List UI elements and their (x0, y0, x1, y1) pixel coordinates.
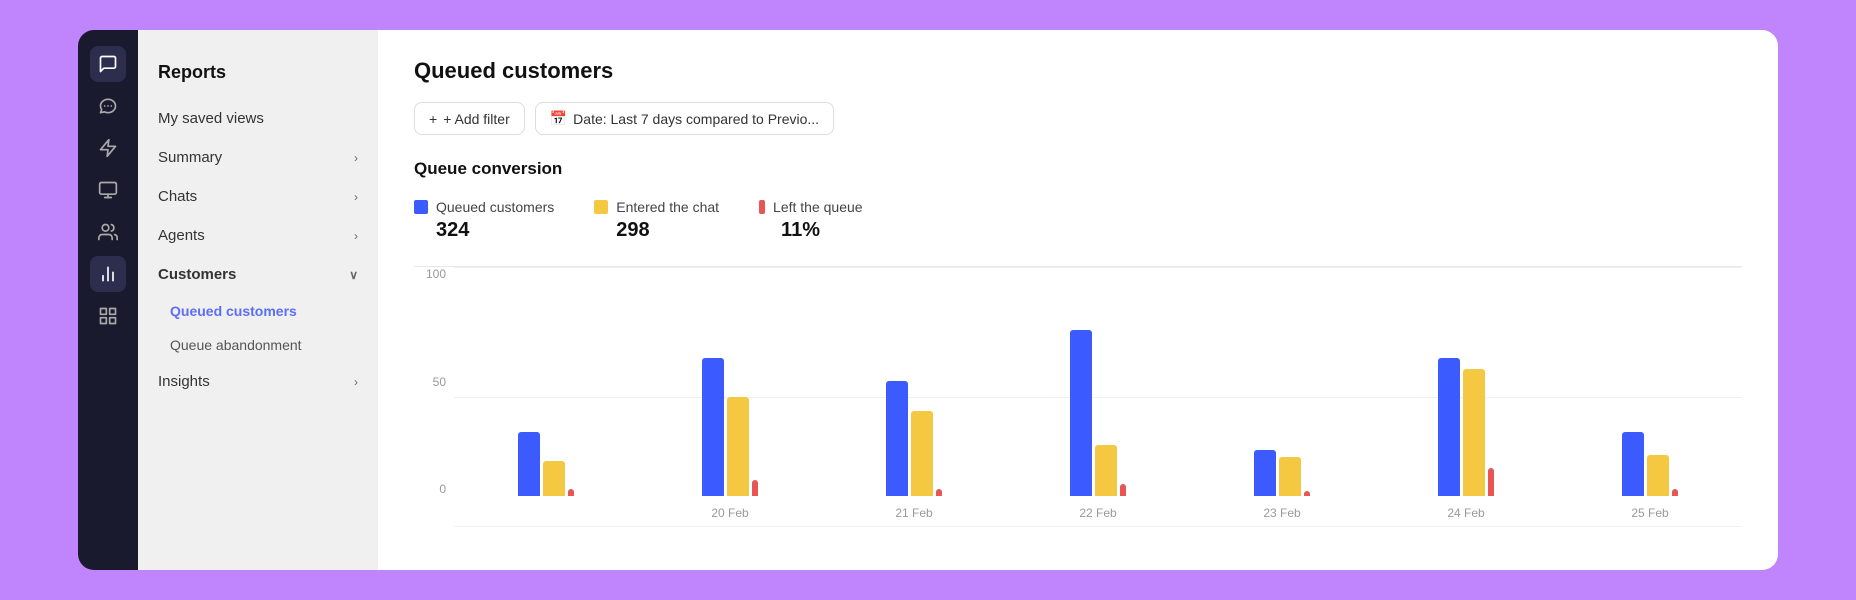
chat-icon[interactable] (90, 88, 126, 124)
app-shell: Reports My saved views Summary › Chats ›… (78, 30, 1778, 570)
reports-section-title: Reports (138, 50, 378, 99)
bar-yellow-3 (1095, 445, 1117, 496)
date-filter-button[interactable]: 📅 Date: Last 7 days compared to Previo..… (535, 102, 834, 135)
y-label-100: 100 (426, 267, 446, 281)
x-label-3: 22 Feb (1006, 502, 1190, 526)
chat-bubble-icon[interactable] (90, 46, 126, 82)
chart-legend: Queued customers 324 Entered the chat 29… (414, 199, 1742, 242)
bar-yellow-0 (543, 461, 565, 496)
x-label-2: 21 Feb (822, 502, 1006, 526)
chevron-right-icon: › (354, 375, 358, 389)
x-axis-labels: 20 Feb21 Feb22 Feb23 Feb24 Feb25 Feb (454, 502, 1742, 526)
chart-group-4 (1190, 450, 1374, 496)
page-title: Queued customers (414, 58, 1742, 84)
chart-group-5 (1374, 358, 1558, 496)
x-label-0 (454, 502, 638, 526)
y-axis-labels: 100 50 0 (414, 267, 454, 496)
sidebar-item-my-saved-views[interactable]: My saved views (138, 99, 378, 138)
bar-yellow-4 (1279, 457, 1301, 496)
bar-red-6 (1672, 489, 1678, 496)
chart-group-2 (822, 381, 1006, 496)
bar-yellow-1 (727, 397, 749, 496)
sidebar-item-summary[interactable]: Summary › (138, 138, 378, 177)
legend-dot-yellow (594, 200, 608, 214)
nav-sidebar: Reports My saved views Summary › Chats ›… (138, 30, 378, 570)
bar-red-4 (1304, 491, 1310, 496)
chart-bars (454, 267, 1742, 496)
bar-yellow-5 (1463, 369, 1485, 496)
chart-group-0 (454, 432, 638, 496)
add-filter-button[interactable]: + + Add filter (414, 102, 525, 135)
bar-blue-2 (886, 381, 908, 496)
bar-blue-4 (1254, 450, 1276, 496)
icon-bar (78, 30, 138, 570)
chevron-right-icon: › (354, 151, 358, 165)
bar-red-2 (936, 489, 942, 496)
sidebar-subitem-queue-abandonment[interactable]: Queue abandonment (138, 328, 378, 362)
bar-blue-6 (1622, 432, 1644, 496)
x-label-6: 25 Feb (1558, 502, 1742, 526)
chevron-right-icon: › (354, 190, 358, 204)
legend-dot-red (759, 200, 765, 214)
legend-entered-chat: Entered the chat 298 (594, 199, 719, 242)
y-label-0: 0 (439, 482, 446, 496)
bar-blue-1 (702, 358, 724, 496)
legend-dot-blue (414, 200, 428, 214)
legend-queued-customers: Queued customers 324 (414, 199, 554, 242)
lightning-icon[interactable] (90, 130, 126, 166)
bar-red-3 (1120, 484, 1126, 496)
chart-group-6 (1558, 432, 1742, 496)
main-content: Queued customers + + Add filter 📅 Date: … (378, 30, 1778, 570)
bar-red-0 (568, 489, 574, 496)
x-label-1: 20 Feb (638, 502, 822, 526)
chart-group-3 (1006, 330, 1190, 496)
grid-line-0 (454, 526, 1742, 527)
plus-icon: + (429, 111, 437, 127)
calendar-icon: 📅 (550, 110, 567, 127)
chart-section-title: Queue conversion (414, 159, 1742, 179)
filter-bar: + + Add filter 📅 Date: Last 7 days compa… (414, 102, 1742, 135)
chart-bar-icon[interactable] (90, 256, 126, 292)
users-icon[interactable] (90, 214, 126, 250)
bar-blue-0 (518, 432, 540, 496)
chart-group-1 (638, 358, 822, 496)
legend-left-queue: Left the queue 11% (759, 199, 863, 242)
bar-yellow-2 (911, 411, 933, 496)
bar-red-1 (752, 480, 758, 496)
x-label-5: 24 Feb (1374, 502, 1558, 526)
sidebar-item-agents[interactable]: Agents › (138, 216, 378, 255)
x-label-4: 23 Feb (1190, 502, 1374, 526)
bar-yellow-6 (1647, 455, 1669, 496)
sidebar-subitem-queued-customers[interactable]: Queued customers (138, 294, 378, 328)
chart-container: 100 50 0 20 Feb21 Feb22 Feb23 Feb24 Feb2… (414, 266, 1742, 526)
chevron-right-icon: › (354, 229, 358, 243)
sidebar-item-insights[interactable]: Insights › (138, 362, 378, 401)
y-label-50: 50 (433, 375, 446, 389)
bar-red-5 (1488, 468, 1494, 496)
grid-icon[interactable] (90, 298, 126, 334)
inbox-icon[interactable] (90, 172, 126, 208)
chevron-down-icon: ∨ (349, 268, 358, 282)
sidebar-item-customers[interactable]: Customers ∨ (138, 255, 378, 294)
bar-blue-3 (1070, 330, 1092, 496)
sidebar-item-chats[interactable]: Chats › (138, 177, 378, 216)
bar-blue-5 (1438, 358, 1460, 496)
